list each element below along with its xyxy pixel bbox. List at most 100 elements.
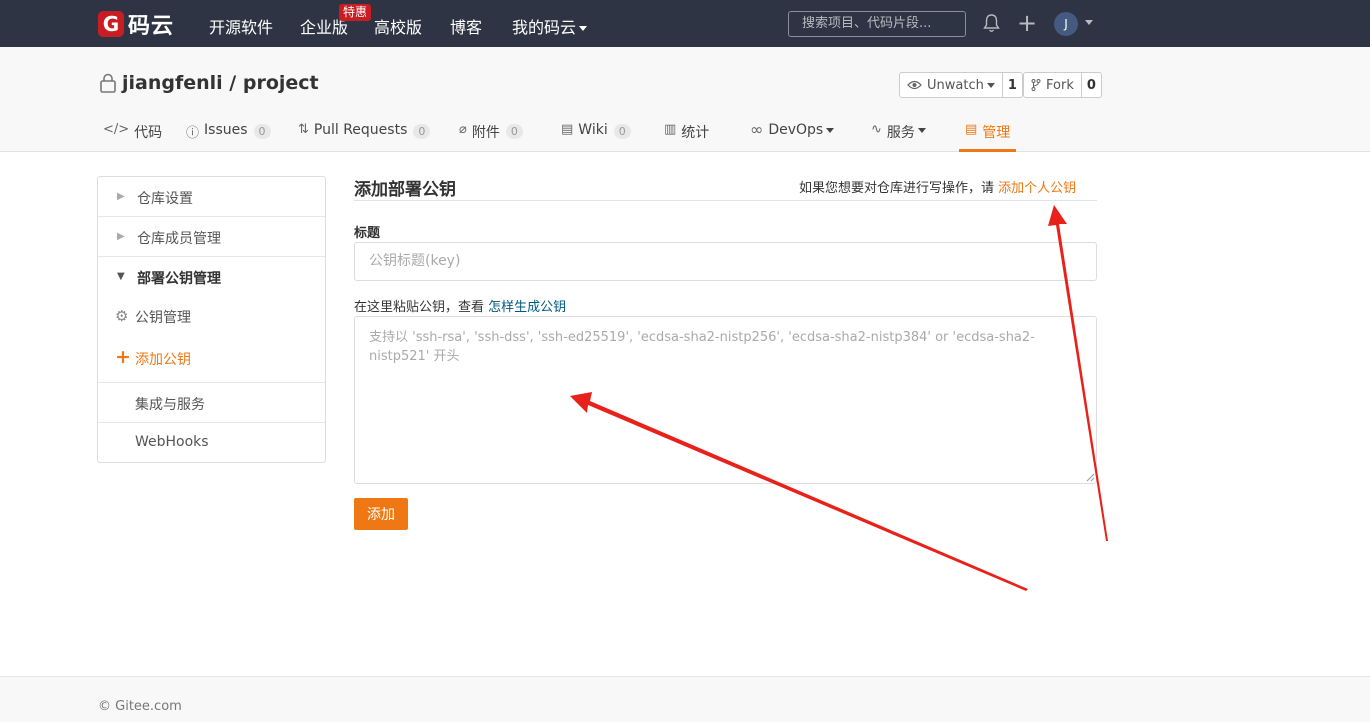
divider bbox=[98, 256, 325, 257]
public-key-placeholder: 支持以 'ssh-rsa', 'ssh-dss', 'ssh-ed25519',… bbox=[369, 330, 1035, 364]
divider bbox=[98, 382, 325, 383]
footer: © Gitee.com bbox=[0, 676, 1370, 722]
key-field-label-text: 在这里粘贴公钥，查看 bbox=[354, 300, 485, 315]
tab-pull-requests[interactable]: ⇅ Pull Requests 0 bbox=[298, 119, 431, 152]
public-key-textarea[interactable]: 支持以 'ssh-rsa', 'ssh-dss', 'ssh-ed25519',… bbox=[354, 316, 1097, 484]
plus-icon[interactable]: + bbox=[1017, 11, 1037, 35]
pull-request-icon: ⇅ bbox=[298, 122, 309, 137]
tab-devops[interactable]: ∞ DevOps bbox=[750, 119, 835, 152]
tab-attachments-count: 0 bbox=[505, 124, 523, 139]
gitee-logo[interactable]: G 码云 bbox=[98, 10, 174, 39]
bell-icon[interactable] bbox=[983, 13, 1000, 37]
repo-header: jiangfenli / project Unwatch 1 Fork 0 </… bbox=[0, 47, 1370, 152]
page-title: 添加部署公钥 bbox=[354, 180, 456, 200]
gear-icon: ⚙ bbox=[115, 307, 129, 325]
sidebar-item-label: 公钥管理 bbox=[135, 310, 191, 326]
nav-link-my-gitee-label: 我的码云 bbox=[512, 18, 577, 37]
fork-label: Fork bbox=[1046, 77, 1074, 93]
tab-wiki-label: Wiki bbox=[578, 122, 608, 138]
resize-handle-icon[interactable] bbox=[1085, 472, 1095, 482]
code-icon: </> bbox=[103, 122, 130, 137]
sidebar-item-integrations[interactable]: 集成与服务 bbox=[98, 394, 325, 414]
divider bbox=[98, 422, 325, 423]
how-to-generate-key-link[interactable]: 怎样生成公钥 bbox=[488, 300, 566, 315]
sidebar-item-label: 仓库设置 bbox=[137, 191, 193, 207]
footer-copyright: © Gitee.com bbox=[98, 699, 182, 714]
tab-attachments[interactable]: ⌀ 附件 0 bbox=[459, 119, 523, 152]
tab-devops-label: DevOps bbox=[768, 122, 824, 138]
fork-count[interactable]: 0 bbox=[1082, 73, 1101, 97]
nav-link-education[interactable]: 高校版 bbox=[374, 14, 422, 38]
title-field-label: 标题 bbox=[354, 226, 381, 241]
repo-title[interactable]: jiangfenli / project bbox=[122, 72, 319, 94]
sidebar-item-repo-members[interactable]: ▶ 仓库成员管理 bbox=[98, 228, 325, 248]
settings-sidebar: ▶ 仓库设置 ▶ 仓库成员管理 ▼ 部署公钥管理 ⚙ 公钥管理 + 添加公钥 集… bbox=[97, 176, 326, 463]
caret-right-icon: ▶ bbox=[117, 231, 125, 242]
plus-icon: + bbox=[115, 346, 131, 368]
infinity-icon: ∞ bbox=[750, 120, 764, 139]
add-key-button[interactable]: 添加 bbox=[354, 498, 408, 530]
logo-mark-icon: G bbox=[98, 10, 124, 37]
nav-link-blog[interactable]: 博客 bbox=[450, 14, 482, 38]
bar-chart-icon: ▥ bbox=[664, 122, 677, 137]
caret-right-icon: ▶ bbox=[117, 191, 125, 202]
divider bbox=[98, 216, 325, 217]
hot-badge: 特惠 bbox=[339, 4, 372, 21]
tab-attachments-label: 附件 bbox=[471, 125, 500, 141]
chevron-down-icon bbox=[826, 128, 835, 133]
unwatch-label: Unwatch bbox=[927, 77, 984, 93]
top-navbar: G 码云 开源软件 企业版 特惠 高校版 博客 我的码云 搜索项目、代码片段..… bbox=[0, 0, 1370, 47]
tab-issues[interactable]: ⓘ Issues 0 bbox=[186, 119, 271, 152]
sidebar-item-webhooks[interactable]: WebHooks bbox=[98, 434, 325, 454]
eye-icon bbox=[907, 80, 922, 90]
tab-wiki[interactable]: ▤ Wiki 0 bbox=[561, 119, 631, 152]
tab-pull-requests-label: Pull Requests bbox=[313, 122, 408, 138]
fork-icon bbox=[1031, 79, 1041, 91]
hint-text: 如果您想要对仓库进行写操作，请 bbox=[799, 181, 995, 196]
sidebar-subitem-key-management[interactable]: ⚙ 公钥管理 bbox=[98, 307, 325, 327]
sidebar-item-deploy-keys[interactable]: ▼ 部署公钥管理 bbox=[98, 268, 325, 288]
fork-button[interactable]: Fork bbox=[1024, 73, 1082, 97]
tab-code[interactable]: </> 代码 bbox=[103, 119, 162, 152]
sidebar-item-label: WebHooks bbox=[135, 434, 209, 450]
lock-icon bbox=[99, 73, 117, 97]
tab-services[interactable]: ∿ 服务 bbox=[871, 119, 926, 152]
chevron-down-icon bbox=[917, 128, 926, 133]
sidebar-item-label: 集成与服务 bbox=[135, 397, 205, 413]
tab-stats-label: 统计 bbox=[681, 125, 710, 141]
pulse-icon: ∿ bbox=[871, 122, 882, 137]
watch-count[interactable]: 1 bbox=[1003, 73, 1022, 97]
divider bbox=[354, 200, 1097, 201]
tab-pull-requests-count: 0 bbox=[413, 124, 431, 139]
unwatch-button[interactable]: Unwatch bbox=[900, 73, 1003, 97]
paperclip-icon: ⌀ bbox=[459, 122, 467, 137]
avatar-chevron-down-icon[interactable] bbox=[1085, 20, 1093, 25]
tab-issues-count: 0 bbox=[253, 124, 271, 139]
fork-button-group: Fork 0 bbox=[1023, 72, 1102, 98]
sidebar-item-label: 添加公钥 bbox=[135, 352, 191, 368]
tab-issues-label: Issues bbox=[204, 122, 248, 138]
nav-link-my-gitee[interactable]: 我的码云 bbox=[512, 14, 588, 38]
key-field-label: 在这里粘贴公钥，查看 怎样生成公钥 bbox=[354, 296, 566, 315]
sidebar-item-repo-settings[interactable]: ▶ 仓库设置 bbox=[98, 188, 325, 208]
sidebar-item-label: 仓库成员管理 bbox=[137, 231, 221, 247]
personal-key-hint: 如果您想要对仓库进行写操作，请 添加个人公钥 bbox=[799, 177, 1076, 196]
avatar[interactable]: J bbox=[1054, 12, 1078, 36]
sidebar-subitem-add-key[interactable]: + 添加公钥 bbox=[98, 346, 325, 369]
manage-icon: ▤ bbox=[965, 122, 978, 137]
repo-tabs: </> 代码 ⓘ Issues 0 ⇅ Pull Requests 0 ⌀ 附件 0 ▤ Wik… bbox=[0, 119, 1370, 152]
search-input[interactable]: 搜索项目、代码片段... bbox=[788, 11, 966, 37]
nav-link-open-source[interactable]: 开源软件 bbox=[209, 14, 273, 38]
sidebar-item-label: 部署公钥管理 bbox=[137, 271, 221, 287]
book-icon: ▤ bbox=[561, 122, 574, 137]
add-personal-key-link[interactable]: 添加个人公钥 bbox=[998, 181, 1076, 196]
chevron-down-icon bbox=[986, 82, 995, 88]
watch-button-group: Unwatch 1 bbox=[899, 72, 1023, 98]
caret-down-icon: ▼ bbox=[117, 271, 125, 282]
tab-manage[interactable]: ▤ 管理 bbox=[959, 119, 1017, 152]
tab-wiki-count: 0 bbox=[613, 124, 631, 139]
tab-services-label: 服务 bbox=[886, 125, 915, 141]
tab-stats[interactable]: ▥ 统计 bbox=[664, 119, 709, 152]
tab-code-label: 代码 bbox=[134, 125, 163, 141]
key-title-input[interactable]: 公钥标题(key) bbox=[354, 242, 1097, 281]
